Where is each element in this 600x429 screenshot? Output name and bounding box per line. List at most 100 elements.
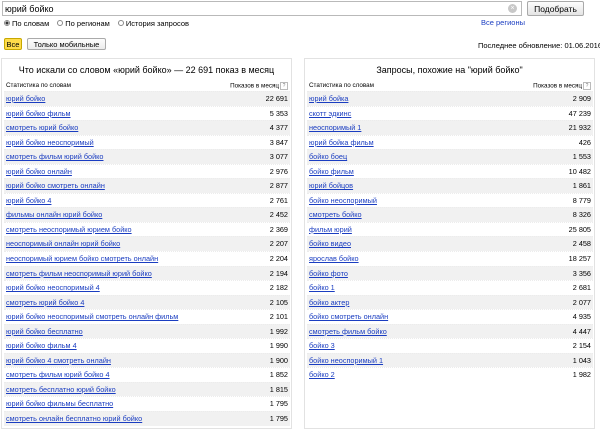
impressions-count: 1 795 xyxy=(269,414,288,424)
query-link[interactable]: юрий бойко фильм 4 xyxy=(6,339,77,354)
query-link[interactable]: смотреть фильм бойко xyxy=(309,325,387,340)
query-link[interactable]: фильмы онлайн юрий бойко xyxy=(6,208,102,223)
table-row: бойко неоспоримый 1 1 043 xyxy=(307,352,593,369)
query-link[interactable]: фильм юрий xyxy=(309,223,352,238)
impressions-count: 2 077 xyxy=(572,297,591,307)
query-link[interactable]: юрий бойко неоспоримый 4 xyxy=(6,281,100,296)
table-row: бойко актер 2 077 xyxy=(307,294,593,311)
impressions-count: 1 861 xyxy=(572,181,591,191)
query-link[interactable]: смотреть онлайн бесплатно юрий бойко xyxy=(6,412,142,427)
impressions-count: 2 681 xyxy=(572,283,591,293)
query-link[interactable]: юрий бойко фильм xyxy=(6,107,71,122)
impressions-count: 1 852 xyxy=(269,370,288,380)
words-table: юрий бойко 22 691 юрий бойко фильм 5 353 смо… xyxy=(4,91,290,426)
mode-by-regions[interactable]: По регионам xyxy=(57,19,110,28)
clear-icon[interactable]: × xyxy=(508,4,517,13)
table-row: ярослав бойко 18 257 xyxy=(307,251,593,266)
query-link[interactable]: неоспоримый юрием бойко смотреть онлайн xyxy=(6,252,158,267)
radio-icon[interactable] xyxy=(57,20,64,26)
query-link[interactable]: юрий бойцов xyxy=(309,179,353,194)
query-link[interactable]: юрий бойко xyxy=(6,92,45,107)
query-link[interactable]: бойко фото xyxy=(309,267,348,282)
query-link[interactable]: юрий бойко неоспоримый xyxy=(6,136,94,151)
query-link[interactable]: юрий бойка xyxy=(309,92,348,107)
query-link[interactable]: юрий бойко смотреть онлайн xyxy=(6,179,105,194)
table-row: бойко 3 2 154 xyxy=(307,338,593,353)
query-link[interactable]: неоспоримый 1 xyxy=(309,121,361,136)
impressions-count: 3 847 xyxy=(269,137,288,147)
impressions-count: 2 909 xyxy=(572,94,591,103)
query-link[interactable]: юрий бойко 4 смотреть онлайн xyxy=(6,354,111,369)
impressions-count: 1 900 xyxy=(269,355,288,365)
impressions-count: 1 990 xyxy=(269,341,288,351)
query-link[interactable]: смотреть бойко xyxy=(309,208,362,223)
query-link[interactable]: ярослав бойко xyxy=(309,252,359,267)
help-icon[interactable]: ? xyxy=(583,82,591,90)
impressions-count: 2 976 xyxy=(269,166,288,176)
query-link[interactable]: бойко 3 xyxy=(309,339,335,354)
search-input[interactable] xyxy=(5,2,505,15)
table-row: смотреть фильм юрий бойко 3 077 xyxy=(4,149,290,164)
query-link[interactable]: смотреть фильм юрий бойко 4 xyxy=(6,368,110,383)
query-link[interactable]: бойко видео xyxy=(309,237,351,252)
impressions-count: 3 077 xyxy=(269,152,288,162)
query-link[interactable]: смотреть юрий бойко 4 xyxy=(6,296,84,311)
similar-panel: Запросы, похожие на "юрий бойко" Статист… xyxy=(304,58,595,429)
query-link[interactable]: бойко актер xyxy=(309,296,349,311)
impressions-count: 1 815 xyxy=(269,384,288,394)
last-update: Последнее обновление: 01.06.2016 xyxy=(478,41,600,50)
query-link[interactable]: смотреть фильм неоспоримый юрий бойко xyxy=(6,267,152,282)
query-link[interactable]: смотреть неоспоримый юрием бойко xyxy=(6,223,132,238)
query-link[interactable]: смотреть фильм юрий бойко xyxy=(6,150,104,165)
query-link[interactable]: бойко боец xyxy=(309,150,347,165)
table-row: бойко 2 1 982 xyxy=(307,367,593,382)
table-row: бойко смотреть онлайн 4 935 xyxy=(307,309,593,324)
table-row: смотреть фильм бойко 4 447 xyxy=(307,323,593,340)
table-row: юрий бойко 4 2 761 xyxy=(4,192,290,209)
table-row: неоспоримый 1 21 932 xyxy=(307,120,593,135)
table-row: смотреть юрий бойко 4 377 xyxy=(4,120,290,135)
all-regions-link[interactable]: Все регионы xyxy=(481,18,525,27)
mode-by-words[interactable]: По словам xyxy=(4,19,49,28)
col-phrase: Статистика по словам xyxy=(6,82,71,89)
query-link[interactable]: юрий бойко бесплатно xyxy=(6,325,83,340)
impressions-count: 3 356 xyxy=(572,268,591,278)
tab-mobile-only[interactable]: Только мобильные xyxy=(27,38,106,50)
help-icon[interactable]: ? xyxy=(280,82,288,90)
radio-icon[interactable] xyxy=(117,20,124,26)
mode-label: По регионам xyxy=(65,18,110,28)
query-link[interactable]: юрий бойко фильмы бесплатно xyxy=(6,397,113,412)
impressions-count: 2 207 xyxy=(269,239,288,249)
query-link[interactable]: юрий бойко 4 xyxy=(6,194,51,209)
impressions-count: 8 326 xyxy=(572,210,591,220)
query-link[interactable]: юрий бойко неоспоримый смотреть онлайн ф… xyxy=(6,310,178,325)
impressions-count: 2 204 xyxy=(269,254,288,264)
table-row: юрий бойко неоспоримый 3 847 xyxy=(4,134,290,151)
mode-history[interactable]: История запросов xyxy=(117,19,189,28)
search-field[interactable]: × xyxy=(2,1,522,16)
query-link[interactable]: смотреть бесплатно юрий бойко xyxy=(6,383,116,398)
table-row: юрий бойко смотреть онлайн 2 877 xyxy=(4,178,290,193)
table-row: неоспоримый онлайн юрий бойко 2 207 xyxy=(4,236,290,252)
query-link[interactable]: скотт эдкинс xyxy=(309,107,351,122)
impressions-count: 2 761 xyxy=(269,195,288,205)
tab-all[interactable]: Все xyxy=(4,38,22,50)
query-link[interactable]: юрий бойко онлайн xyxy=(6,165,72,180)
query-link[interactable]: неоспоримый онлайн юрий бойко xyxy=(6,237,120,252)
radio-icon[interactable] xyxy=(4,20,10,26)
query-link[interactable]: бойко фильм xyxy=(309,165,354,180)
impressions-count: 4 377 xyxy=(269,123,288,133)
query-link[interactable]: бойко смотреть онлайн xyxy=(309,310,388,325)
query-link[interactable]: бойко неоспоримый xyxy=(309,194,377,209)
query-link[interactable]: бойко 2 xyxy=(309,368,335,383)
impressions-count: 1 795 xyxy=(269,399,288,409)
impressions-count: 1 982 xyxy=(572,370,591,380)
query-link[interactable]: смотреть юрий бойко xyxy=(6,121,78,136)
impressions-count: 2 194 xyxy=(269,268,288,278)
query-link[interactable]: бойко 1 xyxy=(309,281,335,296)
query-link[interactable]: юрий бойка фильм xyxy=(309,136,374,151)
table-row: скотт эдкинс 47 239 xyxy=(307,105,593,122)
submit-button[interactable]: Подобрать xyxy=(527,1,584,16)
query-link[interactable]: бойко неоспоримый 1 xyxy=(309,354,383,369)
table-row: бойко фото 3 356 xyxy=(307,265,593,282)
